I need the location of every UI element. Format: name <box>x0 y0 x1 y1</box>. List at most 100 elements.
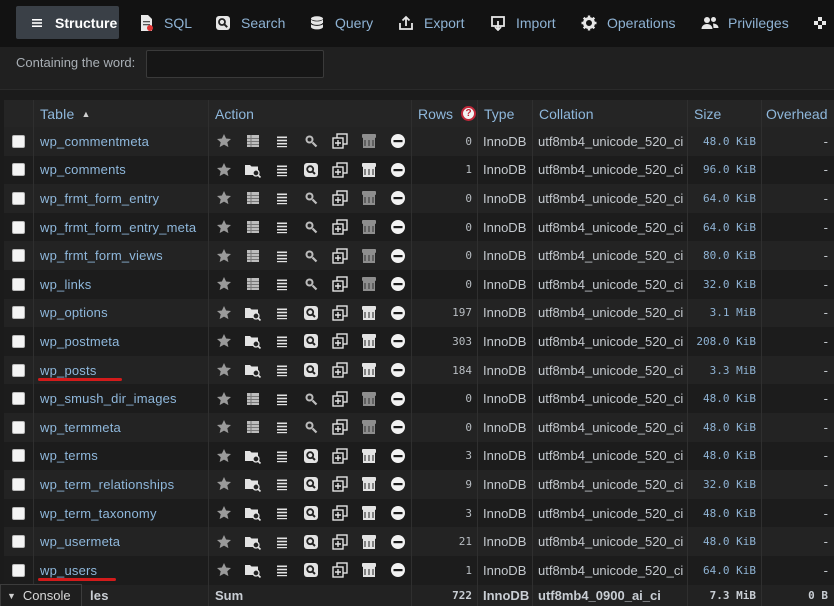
table-name-link[interactable]: wp_smush_dir_images <box>34 384 209 413</box>
drop-icon[interactable] <box>387 217 408 237</box>
drop-icon[interactable] <box>387 503 408 523</box>
favorite-star-icon[interactable] <box>213 446 234 466</box>
table-size-link[interactable]: 64.0 KiB <box>688 556 762 585</box>
insert-icon[interactable] <box>329 131 350 151</box>
tab-structure[interactable]: Structure <box>16 6 119 39</box>
table-size-link[interactable]: 48.0 KiB <box>688 527 762 556</box>
folder-search-icon[interactable] <box>242 532 263 552</box>
search-empty-icon[interactable] <box>300 246 321 266</box>
folder-search-icon[interactable] <box>242 160 263 180</box>
empty-table-icon[interactable] <box>358 532 379 552</box>
search-empty-icon[interactable] <box>300 217 321 237</box>
favorite-star-icon[interactable] <box>213 188 234 208</box>
structure-row-icon[interactable] <box>271 274 292 294</box>
structure-row-icon[interactable] <box>271 160 292 180</box>
drop-icon[interactable] <box>387 360 408 380</box>
table-name-link[interactable]: wp_frmt_form_views <box>34 241 209 270</box>
empty-table-disabled-icon[interactable] <box>358 417 379 437</box>
structure-row-icon[interactable] <box>271 331 292 351</box>
tab-operations[interactable]: Operations <box>580 6 680 39</box>
favorite-star-icon[interactable] <box>213 532 234 552</box>
table-size-link[interactable]: 48.0 KiB <box>688 498 762 528</box>
console-toggle[interactable]: ▼ Console <box>0 584 82 606</box>
table-size-link[interactable]: 3.1 MiB <box>688 298 762 328</box>
filter-input[interactable] <box>146 50 324 78</box>
search-empty-icon[interactable] <box>300 389 321 409</box>
table-size-link[interactable]: 96.0 KiB <box>688 155 762 185</box>
insert-icon[interactable] <box>329 303 350 323</box>
empty-table-icon[interactable] <box>358 331 379 351</box>
browse-empty-icon[interactable] <box>242 131 263 151</box>
drop-icon[interactable] <box>387 532 408 552</box>
insert-icon[interactable] <box>329 188 350 208</box>
structure-row-icon[interactable] <box>271 503 292 523</box>
folder-search-icon[interactable] <box>242 303 263 323</box>
search-empty-icon[interactable] <box>300 131 321 151</box>
column-header-rows[interactable]: Rows? <box>412 100 478 127</box>
empty-table-icon[interactable] <box>358 474 379 494</box>
browse-empty-icon[interactable] <box>242 246 263 266</box>
favorite-star-icon[interactable] <box>213 160 234 180</box>
insert-icon[interactable] <box>329 417 350 437</box>
table-name-link[interactable]: wp_usermeta <box>34 527 209 556</box>
structure-row-icon[interactable] <box>271 188 292 208</box>
search-row-icon[interactable] <box>300 160 321 180</box>
insert-icon[interactable] <box>329 160 350 180</box>
empty-table-disabled-icon[interactable] <box>358 389 379 409</box>
insert-icon[interactable] <box>329 274 350 294</box>
structure-row-icon[interactable] <box>271 389 292 409</box>
row-checkbox[interactable] <box>12 449 25 463</box>
favorite-star-icon[interactable] <box>213 274 234 294</box>
favorite-star-icon[interactable] <box>213 303 234 323</box>
row-checkbox[interactable] <box>12 363 25 377</box>
insert-icon[interactable] <box>329 246 350 266</box>
row-checkbox[interactable] <box>12 277 25 291</box>
row-checkbox[interactable] <box>12 134 25 148</box>
drop-icon[interactable] <box>387 474 408 494</box>
browse-empty-icon[interactable] <box>242 274 263 294</box>
search-empty-icon[interactable] <box>300 417 321 437</box>
empty-table-disabled-icon[interactable] <box>358 274 379 294</box>
browse-empty-icon[interactable] <box>242 188 263 208</box>
row-checkbox[interactable] <box>12 306 25 320</box>
row-checkbox[interactable] <box>12 535 25 549</box>
search-empty-icon[interactable] <box>300 274 321 294</box>
insert-icon[interactable] <box>329 446 350 466</box>
drop-icon[interactable] <box>387 274 408 294</box>
tab-import[interactable]: Import <box>489 6 561 39</box>
structure-row-icon[interactable] <box>271 417 292 437</box>
structure-row-icon[interactable] <box>271 532 292 552</box>
row-checkbox[interactable] <box>12 163 25 177</box>
insert-icon[interactable] <box>329 560 350 580</box>
insert-icon[interactable] <box>329 217 350 237</box>
insert-icon[interactable] <box>329 389 350 409</box>
more-tabs-icon[interactable] <box>812 6 834 39</box>
favorite-star-icon[interactable] <box>213 131 234 151</box>
empty-table-icon[interactable] <box>358 503 379 523</box>
table-name-link[interactable]: wp_links <box>34 270 209 299</box>
column-header-collation[interactable]: Collation <box>533 100 688 127</box>
favorite-star-icon[interactable] <box>213 560 234 580</box>
empty-table-icon[interactable] <box>358 160 379 180</box>
empty-table-icon[interactable] <box>358 560 379 580</box>
insert-icon[interactable] <box>329 532 350 552</box>
favorite-star-icon[interactable] <box>213 474 234 494</box>
folder-search-icon[interactable] <box>242 360 263 380</box>
favorite-star-icon[interactable] <box>213 217 234 237</box>
empty-table-disabled-icon[interactable] <box>358 217 379 237</box>
row-checkbox[interactable] <box>12 420 25 434</box>
search-row-icon[interactable] <box>300 331 321 351</box>
row-checkbox[interactable] <box>12 477 25 491</box>
table-size-link[interactable]: 3.3 MiB <box>688 355 762 385</box>
empty-table-disabled-icon[interactable] <box>358 131 379 151</box>
structure-row-icon[interactable] <box>271 446 292 466</box>
row-checkbox[interactable] <box>12 392 25 406</box>
search-row-icon[interactable] <box>300 532 321 552</box>
table-name-link[interactable]: wp_comments <box>34 155 209 185</box>
browse-empty-icon[interactable] <box>242 217 263 237</box>
table-name-link[interactable]: wp_frmt_form_entry <box>34 184 209 213</box>
table-name-link[interactable]: wp_term_taxonomy <box>34 498 209 528</box>
search-row-icon[interactable] <box>300 474 321 494</box>
table-size-link[interactable]: 48.0 KiB <box>688 384 762 413</box>
drop-icon[interactable] <box>387 246 408 266</box>
